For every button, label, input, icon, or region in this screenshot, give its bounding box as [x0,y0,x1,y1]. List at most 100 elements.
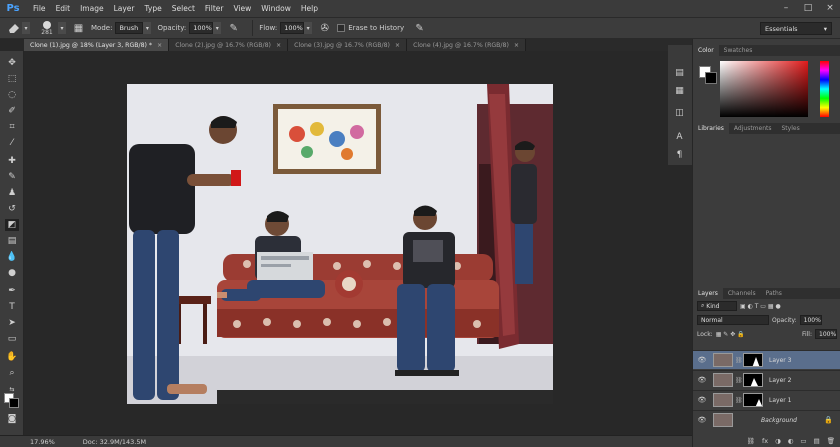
new-layer-icon[interactable]: ▤ [814,437,820,447]
minimize-button[interactable]: – [780,2,792,14]
eyedropper-tool-icon[interactable]: ⁄ [5,137,19,149]
lock-icons[interactable]: ▦ ✎ ✥ 🔒 [716,331,745,338]
close-icon[interactable]: × [157,42,162,49]
mode-dropdown[interactable]: ▾ [143,22,152,34]
maximize-button[interactable]: □ [802,2,814,14]
character-panel-icon[interactable]: A [673,131,686,143]
hand-tool-icon[interactable]: ✋ [5,351,19,363]
menu-type[interactable]: Type [140,4,167,13]
menu-window[interactable]: Window [256,4,296,13]
opacity-dropdown[interactable]: ▾ [213,22,222,34]
eraser-tool-icon[interactable] [6,21,22,35]
mode-select[interactable]: Brush [115,22,144,34]
link-icon[interactable]: ⛓ [735,397,743,404]
shape-tool-icon[interactable]: ▭ [5,333,19,345]
brush-tool-icon[interactable]: ✎ [5,171,19,183]
marquee-tool-icon[interactable]: ⬚ [5,73,19,85]
close-icon[interactable]: × [514,42,519,49]
tab-clone-1[interactable]: Clone (1).jpg @ 18% (Layer 3, RGB/8) * × [24,39,170,51]
link-icon[interactable]: ⛓ [735,357,743,364]
blur-tool-icon[interactable]: 💧 [5,251,19,263]
healing-brush-tool-icon[interactable]: ✚ [5,155,19,167]
canvas-area[interactable] [24,51,692,435]
tab-color[interactable]: Color [693,45,719,56]
adjustment-layer-icon[interactable]: ◐ [788,437,794,447]
menu-view[interactable]: View [228,4,256,13]
fill-field[interactable]: 100% [815,329,837,339]
flow-dropdown[interactable]: ▾ [304,22,313,34]
brush-panel-icon[interactable]: ▦ [72,22,85,35]
airbrush-icon[interactable]: ✇ [318,22,331,35]
flow-field[interactable]: 100% [280,22,305,34]
pressure-opacity-icon[interactable]: ✎ [227,22,240,35]
menu-edit[interactable]: Edit [51,4,76,13]
clone-stamp-tool-icon[interactable]: ♟ [5,187,19,199]
eye-icon[interactable]: 👁 [697,396,707,404]
close-icon[interactable]: × [276,42,281,49]
zoom-level[interactable]: 17.96% [30,438,55,446]
layer-kind-filter[interactable]: ⌕ Kind [697,301,737,311]
gradient-tool-icon[interactable]: ▤ [5,235,19,247]
hue-slider[interactable] [820,61,829,117]
eraser-tool-icon[interactable]: ◩ [5,219,19,231]
history-brush-tool-icon[interactable]: ↺ [5,203,19,215]
tab-clone-2[interactable]: Clone (2).jpg @ 16.7% (RGB/8) × [169,39,289,51]
pen-tool-icon[interactable]: ✒ [5,285,19,297]
tab-paths[interactable]: Paths [761,288,787,299]
tab-swatches[interactable]: Swatches [719,45,758,56]
erase-history-checkbox[interactable] [337,24,346,32]
workspace-select[interactable]: Essentials ▾ [760,22,832,35]
filter-icons[interactable]: ▣ ◐ T ▭ ▦ ● [740,303,781,310]
type-tool-icon[interactable]: T [5,301,19,313]
menu-filter[interactable]: Filter [200,4,229,13]
add-mask-icon[interactable]: ◑ [775,437,781,447]
close-button[interactable]: × [824,2,836,14]
dodge-tool-icon[interactable]: ● [5,267,19,279]
properties-panel-icon[interactable]: ◫ [673,107,686,119]
layer-row-layer-1[interactable]: 👁 ⛓ Layer 1 [693,390,840,409]
document-canvas-photo[interactable] [127,84,553,404]
brush-dropdown[interactable]: ▾ [58,22,66,34]
menu-image[interactable]: Image [75,4,109,13]
close-icon[interactable]: × [395,42,400,49]
eye-icon[interactable]: 👁 [697,356,707,364]
tab-libraries[interactable]: Libraries [693,123,729,134]
tab-styles[interactable]: Styles [777,123,805,134]
layer-style-icon[interactable]: fx [762,437,768,447]
history-panel-icon[interactable]: ▤ [673,67,686,79]
actions-panel-icon[interactable]: ▦ [673,85,686,97]
background-swatch[interactable] [705,72,717,84]
layer-row-background[interactable]: 👁 Background 🔒 [693,410,840,429]
tab-channels[interactable]: Channels [723,288,761,299]
background-color[interactable] [9,398,19,408]
trash-icon[interactable]: 🗑 [827,437,835,447]
brush-preset-picker[interactable]: 281 [36,20,58,36]
tab-clone-4[interactable]: Clone (4).jpg @ 16.7% (RGB/8) × [407,39,527,51]
quick-select-tool-icon[interactable]: ✐ [5,105,19,117]
eye-icon[interactable]: 👁 [697,376,707,384]
opacity-field[interactable]: 100% [189,22,214,34]
tool-preset-dropdown[interactable]: ▾ [22,22,30,34]
menu-layer[interactable]: Layer [109,4,140,13]
menu-file[interactable]: File [28,4,51,13]
path-select-tool-icon[interactable]: ➤ [5,317,19,329]
quick-mask-icon[interactable]: ◙ [5,413,19,425]
paragraph-panel-icon[interactable]: ¶ [673,149,686,161]
layer-row-layer-3[interactable]: 👁 ⛓ Layer 3 [693,350,840,369]
layer-row-layer-2[interactable]: 👁 ⛓ Layer 2 [693,370,840,389]
eye-icon[interactable]: 👁 [697,416,707,424]
layer-mask-thumbnail[interactable] [743,353,763,367]
tab-layers[interactable]: Layers [693,288,723,299]
layer-mask-thumbnail[interactable] [743,393,763,407]
tab-adjustments[interactable]: Adjustments [729,123,777,134]
document-size[interactable]: Doc: 32.9M/143.5M [83,438,146,446]
menu-select[interactable]: Select [167,4,200,13]
link-icon[interactable]: ⛓ [735,377,743,384]
layer-opacity-field[interactable]: 100% [799,315,822,325]
lasso-tool-icon[interactable]: ◌ [5,89,19,101]
pressure-size-icon[interactable]: ✎ [413,22,426,35]
new-group-icon[interactable]: ▭ [800,437,806,447]
move-tool-icon[interactable]: ✥ [5,57,19,69]
layer-mask-thumbnail[interactable] [743,373,763,387]
link-layers-icon[interactable]: ⛓ [747,437,755,447]
